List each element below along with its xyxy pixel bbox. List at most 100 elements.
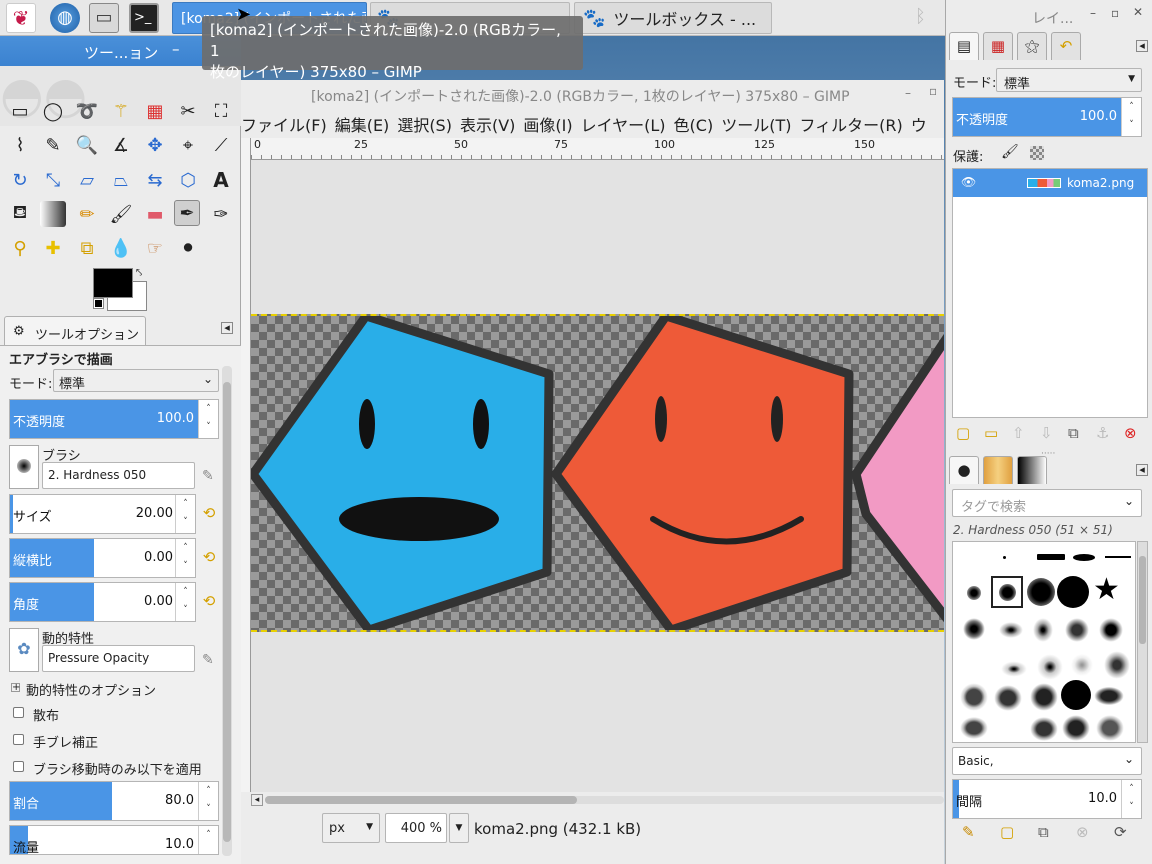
vertical-ruler[interactable] <box>241 138 251 792</box>
menu-colors[interactable]: 色(C) <box>674 112 722 136</box>
scroll-left-button[interactable]: ◂ <box>251 794 263 806</box>
minimize-button[interactable]: – <box>172 40 180 58</box>
layer-row[interactable]: 👁 koma2.png <box>953 169 1147 197</box>
heal-icon[interactable]: ✚ <box>40 235 66 261</box>
tab-paths[interactable]: ⚝ <box>1017 32 1047 60</box>
angle-slider[interactable]: 角度 0.00 ˄ ˅ <box>9 582 196 622</box>
tab-patterns[interactable] <box>983 456 1013 484</box>
new-layer-group-icon[interactable]: ▭ <box>984 424 998 442</box>
brush-name-field[interactable]: 2. Hardness 050 <box>42 462 195 489</box>
zoom-icon[interactable]: 🔍 <box>74 132 100 158</box>
spin-buttons[interactable]: ˄ ˅ <box>1121 780 1141 818</box>
menu-file[interactable]: ファイル(F) <box>241 112 335 136</box>
ellipse-select-icon[interactable]: ◯ <box>40 98 66 124</box>
rect-select-icon[interactable]: ▭ <box>7 98 33 124</box>
opacity-slider[interactable]: 不透明度 100.0 ˄ ˅ <box>9 399 219 439</box>
tag-search-field[interactable]: タグで検索 ⌄ <box>952 489 1142 517</box>
file-manager-icon[interactable]: ▭ <box>89 3 119 33</box>
paths-icon[interactable]: ⌇ <box>7 132 33 158</box>
rotate-icon[interactable]: ↻ <box>7 167 33 193</box>
edit-brush-icon[interactable]: ✎ <box>962 823 975 841</box>
cage-transform-icon[interactable]: ⬡ <box>175 167 201 193</box>
new-brush-icon[interactable]: ▢ <box>1000 823 1014 841</box>
dodge-burn-icon[interactable]: ⚫ <box>175 235 201 261</box>
reset-angle-icon[interactable]: ⟲ <box>200 592 218 610</box>
duplicate-layer-icon[interactable]: ⧉ <box>1068 424 1079 442</box>
menu-view[interactable]: 表示(V) <box>460 112 523 136</box>
size-slider[interactable]: サイズ 20.00 ˄ ˅ <box>9 494 196 534</box>
menu-image[interactable]: 画像(I) <box>523 112 580 136</box>
edit-dynamics-icon[interactable]: ✎ <box>202 652 214 668</box>
aspect-ratio-slider[interactable]: 縦横比 0.00 ˄ ˅ <box>9 538 196 578</box>
lock-alpha-icon[interactable] <box>1030 146 1044 160</box>
spin-buttons[interactable]: ˄ ˅ <box>198 400 218 438</box>
color-select-icon[interactable]: ▦ <box>142 98 168 124</box>
delete-brush-icon[interactable]: ⊗ <box>1076 823 1089 841</box>
duplicate-brush-icon[interactable]: ⧉ <box>1038 823 1049 841</box>
measure-icon[interactable]: ∡ <box>108 132 134 158</box>
menu-select[interactable]: 選択(S) <box>397 112 460 136</box>
paintbrush-icon[interactable]: 🖌 <box>108 201 134 227</box>
unit-select[interactable]: px ▼ <box>322 813 380 843</box>
spin-buttons[interactable]: ˄ <box>198 826 218 854</box>
flip-icon[interactable]: ⇆ <box>142 167 168 193</box>
tab-menu-icon[interactable]: ◂ <box>1136 464 1148 476</box>
spin-buttons[interactable]: ˄ ˅ <box>175 495 195 533</box>
menu-tools[interactable]: ツール(T) <box>721 112 799 136</box>
color-picker-icon[interactable]: ✎ <box>40 132 66 158</box>
blur-icon[interactable]: 💧 <box>108 235 134 261</box>
rate-slider[interactable]: 割合 80.0 ˄ ˅ <box>9 781 219 821</box>
scale-icon[interactable]: ⤡ <box>40 167 66 193</box>
reset-size-icon[interactable]: ⟲ <box>200 504 218 522</box>
bluetooth-icon[interactable]: ᛒ <box>915 6 926 27</box>
horizontal-ruler[interactable]: 0 25 50 75 100 125 150 <box>251 138 944 160</box>
menu-filters[interactable]: フィルター(R) <box>799 112 910 136</box>
lock-pixels-icon[interactable]: 🖌 <box>1001 144 1019 160</box>
task-toolbox[interactable]: 🐾 ツールボックス - ... <box>574 2 772 34</box>
fuzzy-select-icon[interactable]: ⚚ <box>108 98 134 124</box>
tool-options-tab[interactable]: ⚙ ツールオプション <box>4 316 146 346</box>
anchor-layer-icon[interactable]: ⚓ <box>1096 424 1109 442</box>
eraser-icon[interactable]: ▬ <box>142 201 168 227</box>
text-tool-icon[interactable]: A <box>208 167 234 193</box>
lower-layer-icon[interactable]: ⇩ <box>1040 424 1053 442</box>
eye-icon[interactable]: 👁 <box>961 175 976 189</box>
scissors-icon[interactable]: ✂ <box>175 98 201 124</box>
minimize-button[interactable]: – <box>1090 6 1096 20</box>
new-layer-icon[interactable]: ▢ <box>956 424 970 442</box>
pencil-icon[interactable]: ✏ <box>74 201 100 227</box>
brushes-grid[interactable]: ★ <box>952 541 1136 743</box>
swap-colors-icon[interactable]: ⤣ <box>136 266 142 280</box>
menu-layer[interactable]: レイヤー(L) <box>581 112 674 136</box>
close-button[interactable]: ✕ <box>1133 5 1143 19</box>
tab-gradients[interactable] <box>1017 456 1047 484</box>
tab-undo[interactable]: ↶ <box>1051 32 1081 60</box>
brush-preview[interactable] <box>9 445 39 489</box>
zoom-field[interactable]: 400 % <box>385 813 447 843</box>
raspberry-menu-icon[interactable]: ❦ <box>6 3 36 33</box>
layer-opacity-slider[interactable]: 不透明度 100.0 ˄ ˅ <box>952 97 1142 137</box>
brush-set-select[interactable]: Basic, ⌄ <box>952 747 1142 775</box>
align-icon[interactable]: ⌖ <box>175 132 201 158</box>
smoothing-checkbox[interactable] <box>13 734 24 745</box>
image-canvas[interactable] <box>251 314 944 632</box>
spin-buttons[interactable]: ˄ ˅ <box>175 539 195 577</box>
dynamics-preview[interactable]: ✿ <box>9 628 39 672</box>
web-browser-icon[interactable]: ◍ <box>50 3 80 33</box>
canvas-area[interactable] <box>251 160 944 792</box>
spin-buttons[interactable]: ˄ ˅ <box>198 782 218 820</box>
options-scrollbar[interactable] <box>222 366 232 856</box>
dynamics-name-field[interactable]: Pressure Opacity <box>42 645 195 672</box>
zoom-dropdown-button[interactable]: ▼ <box>449 813 469 843</box>
tab-layers[interactable]: ▤ <box>949 32 979 60</box>
tab-menu-icon[interactable]: ◂ <box>221 322 233 334</box>
shear-icon[interactable]: ▱ <box>74 167 100 193</box>
terminal-icon[interactable]: >_ <box>129 3 159 33</box>
layers-mode-select[interactable]: 標準 ▼ <box>996 68 1142 92</box>
clone-icon[interactable]: ⚲ <box>7 235 33 261</box>
spacing-slider[interactable]: 間隔 10.0 ˄ ˅ <box>952 779 1142 819</box>
reset-aspect-icon[interactable]: ⟲ <box>200 548 218 566</box>
refresh-brushes-icon[interactable]: ⟳ <box>1114 823 1127 841</box>
dynamics-options-expander[interactable]: 動的特性のオプション <box>26 680 156 699</box>
maximize-button[interactable]: ▫ <box>929 84 937 98</box>
